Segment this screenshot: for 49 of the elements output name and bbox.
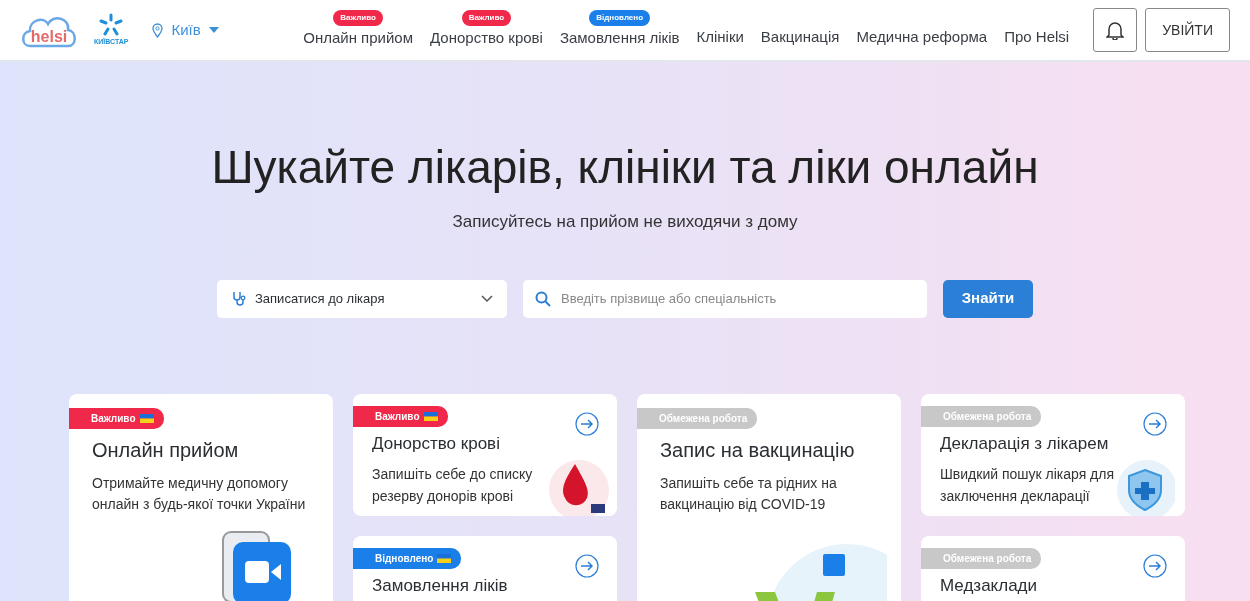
city-name: Київ: [171, 19, 201, 40]
status-badge: Відновлено: [353, 547, 462, 569]
arrow-right-icon: [575, 411, 599, 436]
nav-link[interactable]: Донорство крові: [430, 27, 543, 50]
arrow-right-icon: [575, 553, 599, 578]
hero-subtitle: Записуйтесь на прийом не виходячи з дому: [451, 211, 799, 234]
flag-icon: [139, 413, 154, 423]
appointment-type-select[interactable]: Записатися до лікаря: [217, 279, 507, 318]
card-title: Запис на вакцинацію: [660, 437, 856, 463]
card-description: Запишіть себе до списку резерву донорів крові: [372, 465, 534, 506]
search-icon: [535, 290, 551, 307]
location-pin-icon: [152, 22, 164, 38]
service-card[interactable]: Важливо Онлайн прийом Отримайте медичну допомогу онлайн з будь-якої точки України: [69, 393, 333, 601]
search-button[interactable]: Знайти: [943, 279, 1033, 318]
flag-icon: [437, 553, 452, 563]
nav-badge: Важливо: [461, 10, 512, 27]
caret-icon: [208, 27, 219, 33]
card-title: Медзаклади: [940, 574, 1039, 597]
status-badge: Важливо: [353, 405, 448, 427]
status-badge: Важливо: [69, 407, 164, 429]
card-description: Отримайте медичну допомогу онлайн з будь-якої точки України: [92, 473, 307, 515]
arrow-right-icon: [1143, 553, 1167, 578]
nav-link[interactable]: Про Helsi: [1004, 25, 1070, 49]
card-title: Декларація з лікарем: [940, 432, 1110, 455]
hero-title: Шукайте лікарів, клініки та ліки онлайн: [210, 140, 1040, 195]
notifications-button[interactable]: [1093, 8, 1138, 52]
bell-icon: [1106, 20, 1125, 40]
star-logo-icon: [98, 12, 125, 37]
nav-link[interactable]: Замовлення ліків: [559, 27, 680, 50]
card-title: Замовлення ліків: [372, 574, 509, 597]
nav-link[interactable]: Вакцинація: [760, 25, 840, 49]
card-title: Онлайн прийом: [92, 437, 240, 463]
arrow-right-icon: [1143, 411, 1167, 436]
card-title: Донорство крові: [372, 432, 501, 455]
service-card[interactable]: Відновлено Замовлення ліків: [353, 535, 617, 601]
chevron-down-icon: [481, 294, 493, 303]
nav-link[interactable]: Онлайн прийом: [303, 27, 413, 50]
search-field[interactable]: Введіть прізвище або спеціальність: [523, 279, 927, 318]
flag-icon: [423, 411, 438, 421]
shield-drawing: [1115, 457, 1175, 516]
login-button[interactable]: УВІЙТИ: [1145, 8, 1230, 52]
card-description: Швидкий пошук лікаря для заключення декларації: [940, 465, 1116, 506]
stethoscope-icon: [231, 290, 247, 307]
nav-link[interactable]: Медична реформа: [856, 25, 988, 49]
nav-badge: Важливо: [333, 10, 383, 27]
nav-link[interactable]: Клініки: [696, 25, 744, 49]
card-description: Запишіть себе та рідних на вакцинацію від COVID-19: [660, 473, 838, 515]
service-card[interactable]: Важливо Донорство крові Запишіть себе до списку резерву донорів крові: [353, 393, 617, 516]
nav-badge: Відновлено: [589, 10, 651, 27]
